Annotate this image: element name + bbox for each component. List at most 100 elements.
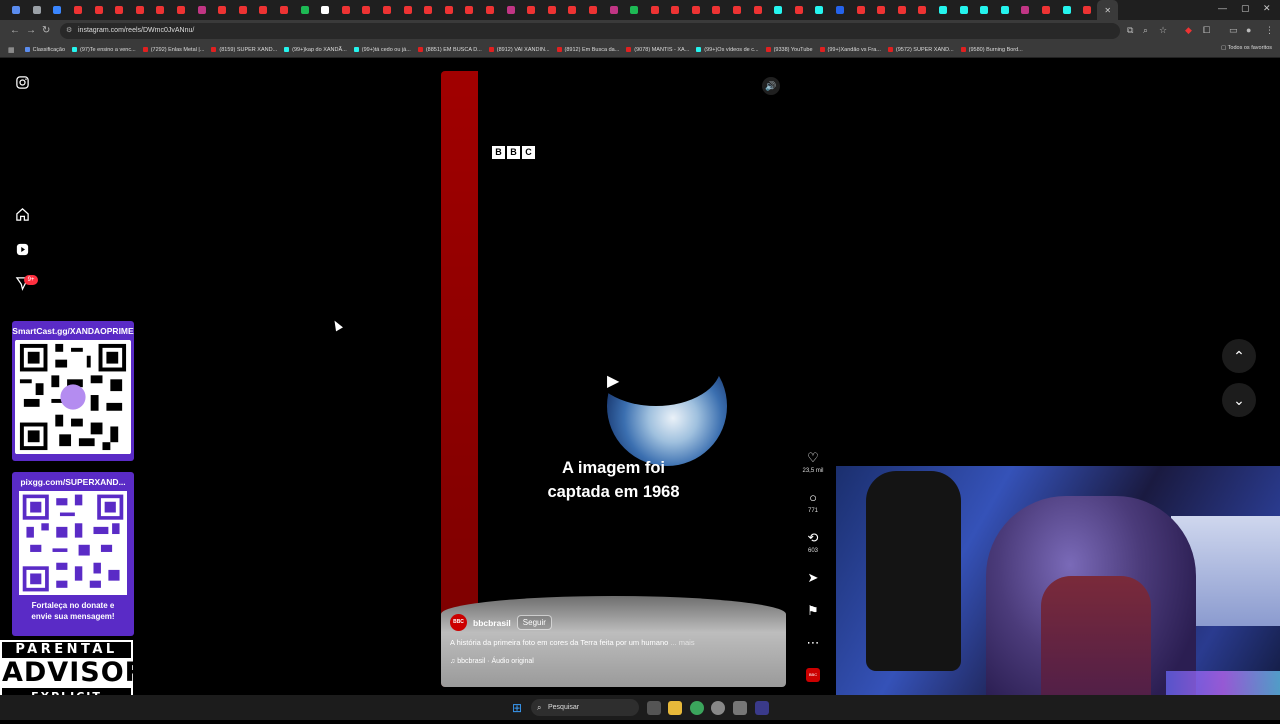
- settings-icon[interactable]: [733, 701, 747, 715]
- bookmark-icon[interactable]: ⚑: [800, 603, 826, 619]
- bookmark-item[interactable]: (99+)Xandão vs Fra...: [819, 47, 884, 53]
- maximize-icon[interactable]: ▢: [1241, 3, 1250, 14]
- browser-tab[interactable]: [562, 0, 583, 20]
- sidepanel-icon[interactable]: ▭: [1229, 25, 1238, 36]
- site-info-icon[interactable]: ⚙: [66, 23, 72, 39]
- browser-tab[interactable]: [27, 0, 48, 20]
- bookmark-item[interactable]: (9572) SUPER XAND...: [887, 47, 957, 53]
- bookmark-item[interactable]: (99+)kap do XANDÃ...: [284, 47, 350, 53]
- browser-tab[interactable]: [830, 0, 851, 20]
- browser-tab[interactable]: [274, 0, 295, 20]
- bookmark-item[interactable]: (99+)Os vídeos de c...: [696, 47, 761, 53]
- browser-tab[interactable]: [933, 0, 954, 20]
- more-options-icon[interactable]: ⋯: [800, 635, 826, 651]
- like-action[interactable]: ♡ 23,5 mil: [800, 450, 826, 474]
- browser-tab[interactable]: [541, 0, 562, 20]
- browser-tab[interactable]: [68, 0, 89, 20]
- browser-tab[interactable]: [233, 0, 254, 20]
- install-icon[interactable]: ⧉: [1127, 25, 1133, 36]
- browser-tab[interactable]: [253, 0, 274, 20]
- minimize-icon[interactable]: —: [1218, 3, 1227, 13]
- bookmark-item[interactable]: (8912) Em Busca da...: [556, 47, 623, 53]
- browser-tab[interactable]: [686, 0, 707, 20]
- bookmark-item[interactable]: (9338) YouTube: [765, 47, 816, 53]
- forward-icon[interactable]: →: [26, 25, 36, 36]
- browser-tab[interactable]: [459, 0, 480, 20]
- browser-tab[interactable]: [1056, 0, 1077, 20]
- repost-icon[interactable]: ⟲: [800, 530, 826, 546]
- reels-icon[interactable]: [14, 242, 31, 259]
- bookmark-item[interactable]: (8851) EM BUSCA D...: [417, 47, 485, 53]
- bookmark-item[interactable]: (8912) VAI XANDIN...: [488, 47, 553, 53]
- browser-tab[interactable]: [953, 0, 974, 20]
- mute-button[interactable]: 🔊: [762, 77, 780, 95]
- task-view-icon[interactable]: [647, 701, 661, 715]
- more-options-action[interactable]: ⋯: [800, 635, 826, 651]
- comment-icon[interactable]: ○: [800, 490, 826, 506]
- follow-button[interactable]: Seguir: [516, 615, 552, 630]
- heart-icon[interactable]: ♡: [800, 450, 826, 466]
- browser-tab[interactable]: [809, 0, 830, 20]
- url-input[interactable]: ⚙ instagram.com/reels/DWmc0JvANnu/: [60, 23, 1120, 39]
- reel-video[interactable]: B B C ▶ A imagem foi captada em 1968 🔊 B…: [441, 71, 786, 687]
- reload-icon[interactable]: ↻: [42, 25, 50, 36]
- browser-tab[interactable]: [1036, 0, 1057, 20]
- extensions-puzzle-icon[interactable]: ⧠: [1203, 25, 1210, 36]
- audio-info[interactable]: ♫ bbcbrasil · Áudio original: [450, 658, 780, 665]
- back-icon[interactable]: ←: [10, 25, 20, 36]
- browser-tab[interactable]: [315, 0, 336, 20]
- bookmark-item[interactable]: (7292) Enlas Metal |...: [142, 47, 208, 53]
- share-action[interactable]: ➤: [800, 570, 826, 586]
- steam-icon[interactable]: [755, 701, 769, 715]
- share-icon[interactable]: ➤: [800, 570, 826, 586]
- browser-tab[interactable]: [789, 0, 810, 20]
- audio-thumbnail[interactable]: BBC: [806, 668, 820, 682]
- save-action[interactable]: ⚑: [800, 603, 826, 619]
- browser-tab[interactable]: [603, 0, 624, 20]
- browser-tab[interactable]: [583, 0, 604, 20]
- taskbar-search[interactable]: ⌕ Pesquisar: [531, 699, 639, 716]
- bookmark-star-icon[interactable]: ☆: [1159, 25, 1167, 36]
- instagram-logo-icon[interactable]: [14, 75, 31, 92]
- close-window-icon[interactable]: ✕: [1263, 3, 1271, 14]
- account-name[interactable]: bbcbrasil: [473, 618, 511, 628]
- obs-icon[interactable]: [711, 701, 725, 715]
- chrome-icon[interactable]: [690, 701, 704, 715]
- browser-tab[interactable]: [356, 0, 377, 20]
- browser-tab[interactable]: [88, 0, 109, 20]
- browser-tab[interactable]: [850, 0, 871, 20]
- browser-tab[interactable]: [438, 0, 459, 20]
- browser-tab[interactable]: [974, 0, 995, 20]
- browser-tab[interactable]: [747, 0, 768, 20]
- browser-tab[interactable]: [706, 0, 727, 20]
- browser-tab[interactable]: ✕: [1097, 0, 1119, 20]
- start-icon[interactable]: ⊞: [512, 701, 522, 715]
- browser-tab[interactable]: [892, 0, 913, 20]
- bookmark-item[interactable]: (99+)tá cedo ou já...: [353, 47, 414, 53]
- browser-tab[interactable]: [418, 0, 439, 20]
- bookmark-item[interactable]: (97)Te ensino a venc...: [72, 47, 139, 53]
- comment-action[interactable]: ○ 771: [800, 490, 826, 514]
- browser-tab[interactable]: [624, 0, 645, 20]
- browser-tab[interactable]: [871, 0, 892, 20]
- browser-tab[interactable]: [521, 0, 542, 20]
- browser-tab[interactable]: [191, 0, 212, 20]
- browser-tab[interactable]: [294, 0, 315, 20]
- browser-tab[interactable]: [336, 0, 357, 20]
- browser-tab[interactable]: [912, 0, 933, 20]
- browser-tab[interactable]: [47, 0, 68, 20]
- extension-icon[interactable]: ◆: [1185, 25, 1192, 36]
- browser-tab[interactable]: [500, 0, 521, 20]
- browser-tab[interactable]: [130, 0, 151, 20]
- bookmark-item[interactable]: (8159) SUPER XAND...: [211, 47, 280, 53]
- browser-tab[interactable]: [727, 0, 748, 20]
- browser-tab[interactable]: [995, 0, 1016, 20]
- profile-avatar[interactable]: ●: [1246, 25, 1251, 35]
- browser-tab[interactable]: [644, 0, 665, 20]
- browser-tab[interactable]: [397, 0, 418, 20]
- browser-tab[interactable]: [6, 0, 27, 20]
- browser-tab[interactable]: [150, 0, 171, 20]
- bookmark-item[interactable]: (9078) MANTIS - XA...: [626, 47, 692, 53]
- home-icon[interactable]: [14, 207, 31, 224]
- browser-tab[interactable]: [1077, 0, 1098, 20]
